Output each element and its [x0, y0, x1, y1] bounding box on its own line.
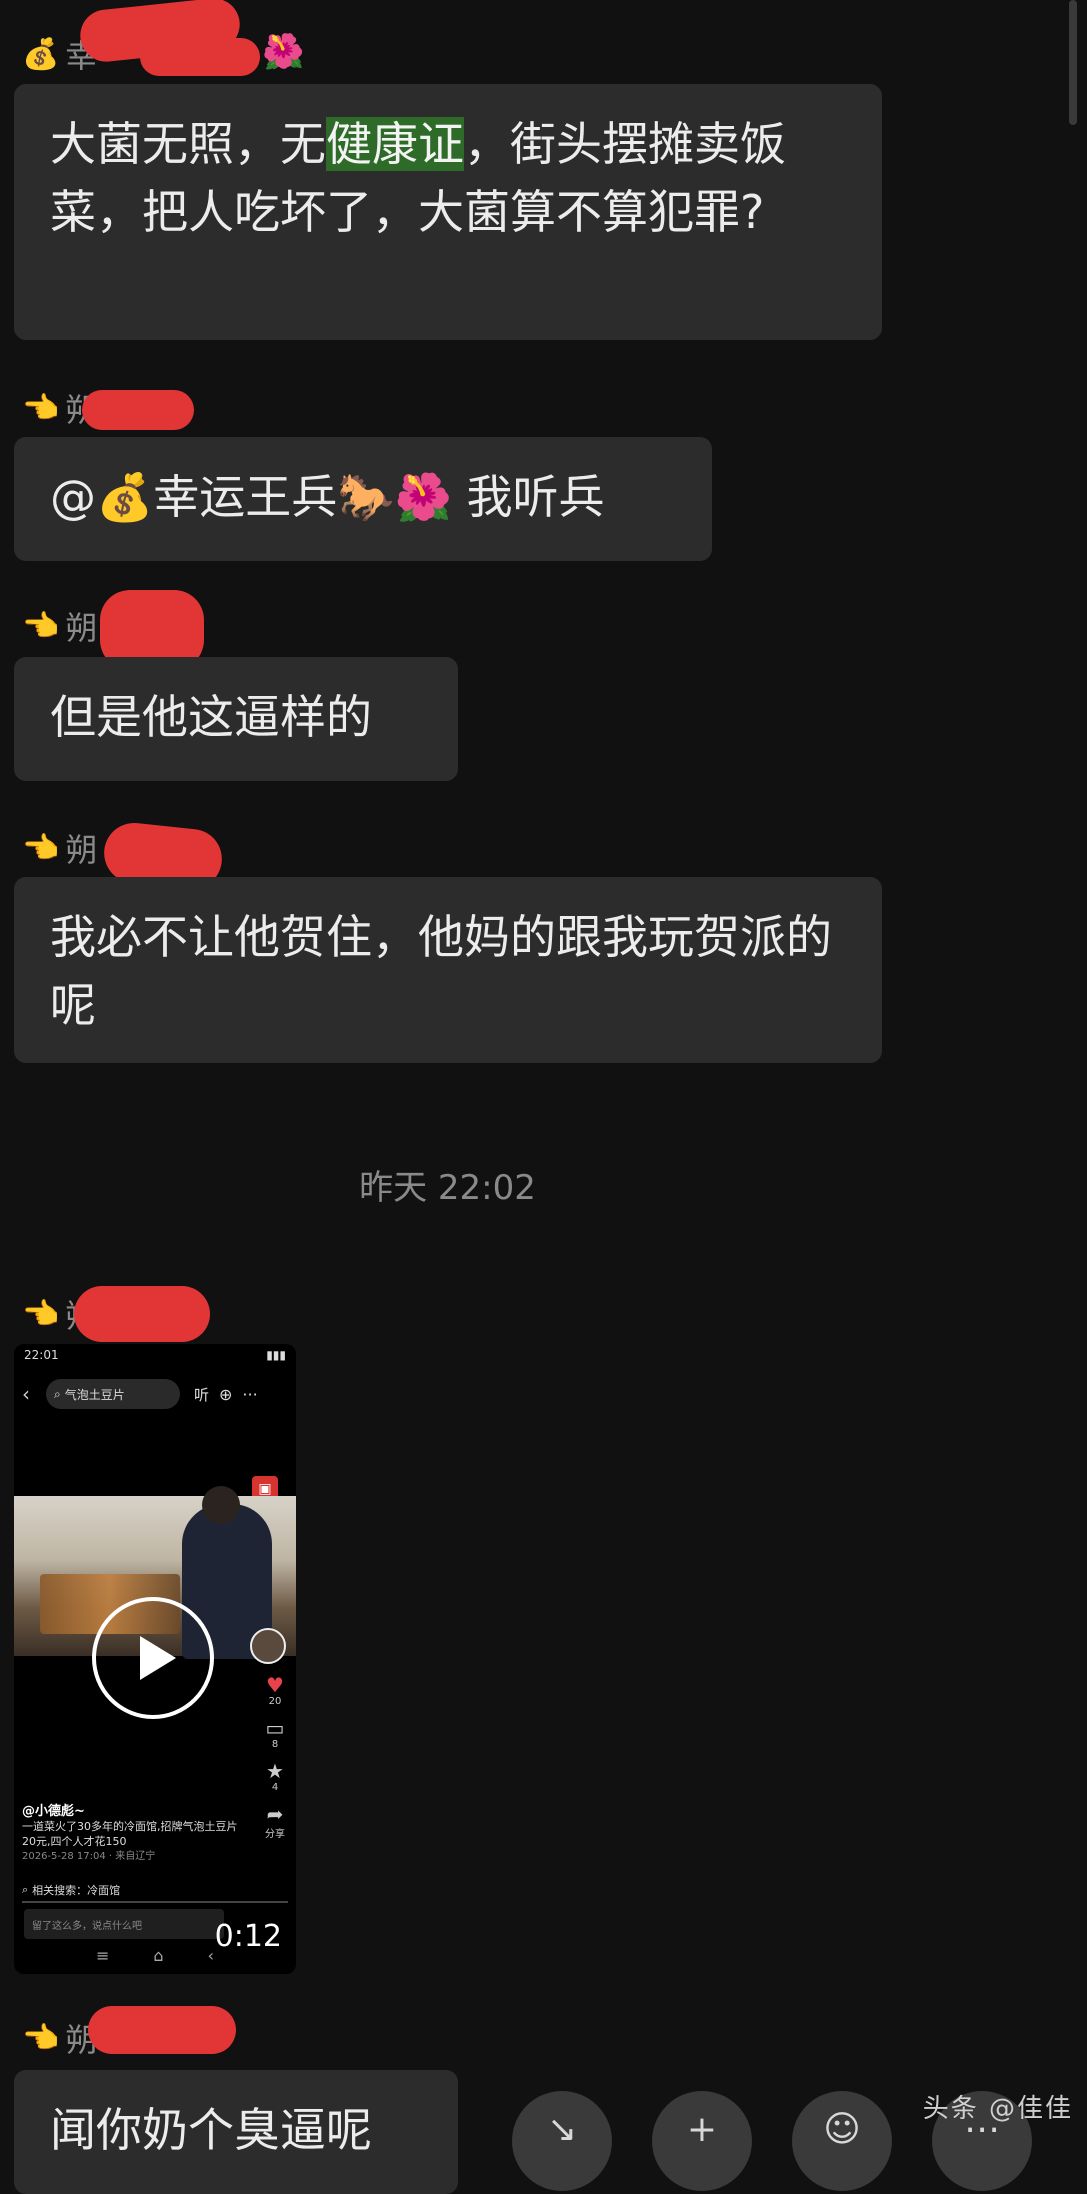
- add-button[interactable]: +: [652, 2091, 752, 2191]
- comment-input: 留了这么多，说点什么吧: [24, 1909, 224, 1939]
- message-bubble[interactable]: 但是他这逼样的: [14, 657, 458, 781]
- voice-button[interactable]: ↘: [512, 2091, 612, 2191]
- message-bubble[interactable]: 闻你奶个臭逼呢: [14, 2070, 458, 2194]
- scrollbar[interactable]: [1069, 0, 1077, 125]
- video-action-column: ♥ 20 ▭ 8 ★ 4 ➦ 分享: [265, 1673, 285, 1840]
- signal-icon: ▮▮▮: [266, 1348, 286, 1362]
- back-icon: ‹: [207, 1946, 214, 1965]
- listen-label: 听: [194, 1385, 210, 1404]
- pointing-hand-icon: 👈: [22, 1296, 60, 1332]
- highlighted-keyword[interactable]: 健康证: [326, 117, 464, 171]
- video-message[interactable]: 22:01 ▮▮▮ ‹ ⌕ 气泡土豆片 听 ⊕ ··· ▣ ♥ 20 ▭ 8 ★…: [14, 1344, 296, 1974]
- star-icon: ★: [266, 1759, 284, 1783]
- emoji-button[interactable]: ☺: [792, 2091, 892, 2191]
- home-icon: ⌂: [153, 1946, 164, 1965]
- voice-icon: ↘: [546, 2109, 578, 2150]
- related-search: ⌕ 相关搜索：冷面馆: [22, 1879, 288, 1903]
- search-icon: ⌕: [22, 1883, 29, 1896]
- video-status-bar: 22:01 ▮▮▮: [24, 1348, 286, 1370]
- message-bubble[interactable]: @💰幸运王兵🐎🌺 我听兵: [14, 437, 712, 561]
- person-head: [202, 1486, 240, 1524]
- comment-icon: ▭: [265, 1716, 285, 1740]
- author-avatar: [250, 1628, 286, 1664]
- sender-name[interactable]: 👈 朔: [22, 826, 97, 870]
- play-button[interactable]: [92, 1597, 214, 1719]
- pointing-hand-icon: 👈: [22, 390, 60, 426]
- play-icon: [140, 1636, 176, 1680]
- add-icon: ⊕: [219, 1384, 233, 1404]
- back-arrow-icon: ‹: [22, 1382, 30, 1406]
- more-icon: ···: [242, 1384, 258, 1404]
- redaction-mark: [140, 38, 260, 76]
- redaction-mark: [88, 2006, 236, 2054]
- money-bag-icon: 💰: [22, 36, 60, 72]
- phone-nav-bar: ≡ ⌂ ‹: [74, 1946, 236, 1968]
- chat-timestamp: 昨天 22:02: [359, 1168, 536, 1208]
- pointing-hand-icon: 👈: [22, 2020, 60, 2056]
- search-icon: ⌕: [54, 1386, 61, 1401]
- video-search-box: ⌕ 气泡土豆片: [46, 1379, 180, 1409]
- sender-name[interactable]: 👈 朔: [22, 2016, 97, 2060]
- emoji-icon: ☺: [823, 2109, 861, 2150]
- pointing-hand-icon: 👈: [22, 830, 60, 866]
- watermark: 头条 @佳佳: [922, 2094, 1073, 2124]
- heart-icon: ♥: [266, 1673, 284, 1697]
- plus-icon: +: [686, 2109, 718, 2150]
- pointing-hand-icon: 👈: [22, 608, 60, 644]
- hibiscus-icon: 🌺: [262, 32, 305, 72]
- redaction-mark: [82, 390, 194, 430]
- menu-icon: ≡: [96, 1946, 110, 1965]
- message-bubble[interactable]: 我必不让他贺住，他妈的跟我玩贺派的呢: [14, 877, 882, 1063]
- sender-name[interactable]: 👈 朔: [22, 604, 97, 648]
- message-bubble[interactable]: 大菌无照，无健康证，街头摆摊卖饭菜，把人吃坏了，大菌算不算犯罪?: [14, 84, 882, 340]
- share-icon: ➦: [266, 1802, 284, 1826]
- video-caption: @小德彪~ 一道菜火了30多年的冷面馆,招牌气泡土豆片20元,四个人才花150 …: [22, 1804, 238, 1862]
- video-top-bar: ‹ ⌕ 气泡土豆片 听 ⊕ ···: [22, 1374, 288, 1414]
- redaction-mark: [74, 1286, 210, 1342]
